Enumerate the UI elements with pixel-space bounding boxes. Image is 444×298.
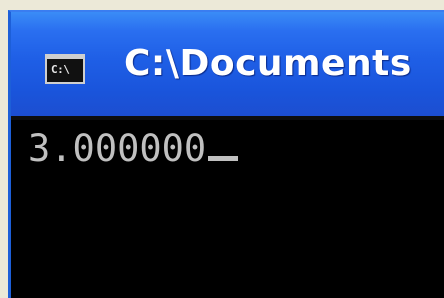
window-title: C:\Documents xyxy=(124,43,412,84)
text-cursor xyxy=(208,156,239,161)
console-icon-label: C:\ xyxy=(51,63,70,76)
desktop: C:\ C:\Documents 3.000000 xyxy=(0,0,444,298)
console-window[interactable]: C:\ C:\Documents 3.000000 xyxy=(8,10,444,298)
console-icon[interactable]: C:\ xyxy=(45,54,85,84)
console-output-text: 3.000000 xyxy=(28,127,207,170)
console-output-area[interactable]: 3.000000 xyxy=(11,116,444,298)
title-bar[interactable]: C:\ C:\Documents xyxy=(11,12,444,116)
console-line: 3.000000 xyxy=(28,127,239,170)
